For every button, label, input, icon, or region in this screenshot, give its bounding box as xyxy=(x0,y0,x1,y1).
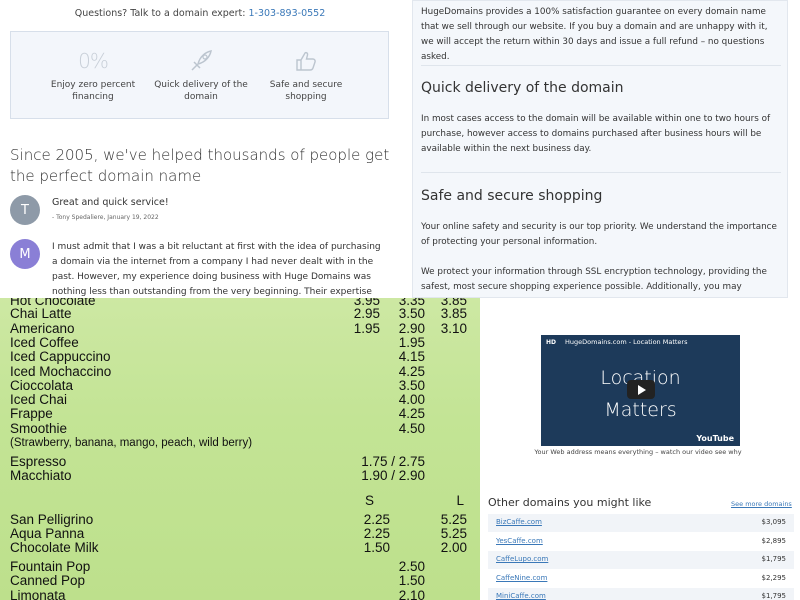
menu-item-name: Cioccolata xyxy=(10,378,74,393)
menu-item-name: Iced Cappuccino xyxy=(10,349,111,364)
avatar: T xyxy=(10,195,40,225)
video-title: HugeDomains.com - Location Matters xyxy=(565,338,688,346)
menu-price: 3.50 xyxy=(398,378,425,393)
menu-item-name: Smoothie xyxy=(10,421,68,436)
menu-item-name: Iced Mochaccino xyxy=(10,364,112,379)
menu-price: 1.90 / 2.90 xyxy=(361,468,425,483)
menu-item-name: Aqua Panna xyxy=(10,526,85,541)
menu-photo: Hot Chocolate 3.95 3.35 3.85 Chai Latte 2.95 3… xyxy=(0,298,480,600)
menu-price: 2.90 xyxy=(398,321,425,336)
menu-price: 2.00 xyxy=(440,540,467,555)
review-title: Great and quick service! xyxy=(52,197,169,208)
menu-price: 1.95 xyxy=(398,335,425,350)
video-caption: Your Web address means everything – watc… xyxy=(534,448,742,456)
domain-row[interactable]: CaffeNine.com $2,295 xyxy=(488,569,794,588)
menu-price: 4.50 xyxy=(398,421,425,436)
menu-item-name: Americano xyxy=(10,321,75,336)
rocket-icon xyxy=(151,46,251,76)
divider xyxy=(421,172,781,173)
menu-item-name: Espresso xyxy=(10,454,67,469)
feature-secure: Safe and secure shopping xyxy=(256,46,356,103)
feature-label: Safe and secure shopping xyxy=(269,80,343,102)
menu-price: 2.25 xyxy=(363,526,390,541)
menu-price: 4.25 xyxy=(398,406,425,421)
menu-price: 1.95 xyxy=(353,321,380,336)
menu-item-name: (Strawberry, banana, mango, peach, wild … xyxy=(10,437,253,449)
menu-item-name: Iced Chai xyxy=(10,392,68,407)
domain-row[interactable]: YesCaffe.com $2,895 xyxy=(488,532,794,551)
menu-price: 2.95 xyxy=(353,306,380,321)
features-box: 0% Enjoy zero percent financing Quick de… xyxy=(10,31,389,119)
safe-heading: Safe and secure shopping xyxy=(421,188,603,204)
domain-row[interactable]: MiniCaffe.com $1,795 xyxy=(488,588,794,600)
video-player[interactable]: HD HugeDomains.com - Location Matters Lo… xyxy=(541,335,740,446)
feature-financing: 0% Enjoy zero percent financing xyxy=(43,46,143,103)
quick-heading: Quick delivery of the domain xyxy=(421,80,624,96)
domain-price: $1,795 xyxy=(761,592,787,600)
left-column: Questions? Talk to a domain expert: 1-30… xyxy=(0,0,400,312)
menu-size-header: L xyxy=(456,493,464,508)
domain-name-link[interactable]: MiniCaffe.com xyxy=(496,592,546,600)
domain-name-link[interactable]: BizCaffe.com xyxy=(496,518,542,526)
domain-price: $3,095 xyxy=(761,518,787,526)
domain-row[interactable]: BizCaffe.com $3,095 xyxy=(488,514,794,532)
safe-text: Your online safety and security is our t… xyxy=(421,222,777,247)
hd-badge: HD xyxy=(546,339,557,346)
menu-item-name: Macchiato xyxy=(10,468,72,483)
feature-delivery: Quick delivery of the domain xyxy=(151,46,251,103)
menu-price: 4.00 xyxy=(398,392,425,407)
domain-row[interactable]: CaffeLupo.com $1,795 xyxy=(488,551,794,569)
percent-icon: 0% xyxy=(78,49,109,73)
menu-price: 3.85 xyxy=(440,306,467,321)
menu-price: 5.25 xyxy=(440,512,467,527)
quick-text: In most cases access to the domain will … xyxy=(421,114,771,154)
menu-price: 2.50 xyxy=(398,559,425,574)
play-button[interactable] xyxy=(627,380,655,399)
questions-line: Questions? Talk to a domain expert: 1-30… xyxy=(0,8,400,19)
menu-price: 1.50 xyxy=(398,573,425,588)
domain-name-link[interactable]: CaffeNine.com xyxy=(496,574,547,582)
guarantee-text: HugeDomains provides a 100% satisfaction… xyxy=(421,7,768,62)
menu-item-name: Canned Pop xyxy=(10,573,86,588)
thumbs-up-icon xyxy=(256,46,356,76)
domain-price: $1,795 xyxy=(761,555,787,563)
menu-price: 2.25 xyxy=(363,512,390,527)
menu-price: 4.25 xyxy=(398,364,425,379)
menu-item-name: Chocolate Milk xyxy=(10,540,99,555)
menu-price: 3.10 xyxy=(440,321,467,336)
menu-price: 5.25 xyxy=(440,526,467,541)
menu-price: 2.10 xyxy=(398,588,425,600)
review-meta: - Tony Spedaliere, January 19, 2022 xyxy=(52,214,159,221)
menu-price: 4.15 xyxy=(398,349,425,364)
feature-label: Enjoy zero percent financing xyxy=(50,80,136,102)
menu-price: 3.50 xyxy=(398,306,425,321)
domain-price: $2,295 xyxy=(761,573,787,582)
protect-text: We protect your information through SSL … xyxy=(421,267,767,292)
questions-text: Questions? Talk to a domain expert: xyxy=(74,8,246,19)
since-heading: Since 2005, we've helped thousands of pe… xyxy=(10,146,390,185)
menu-size-header: S xyxy=(364,493,374,508)
menu-item-name: Iced Coffee xyxy=(10,335,79,350)
youtube-logo: YouTube xyxy=(696,434,734,443)
info-panel: HugeDomains provides a 100% satisfaction… xyxy=(412,0,788,298)
menu-item-name: Limonata xyxy=(10,588,66,600)
avatar: M xyxy=(10,239,40,269)
menu-price: 1.50 xyxy=(363,540,390,555)
divider xyxy=(421,65,781,66)
menu-price: 1.75 / 2.75 xyxy=(361,454,425,469)
menu-item-name: Fountain Pop xyxy=(10,559,91,574)
menu-item-name: Chai Latte xyxy=(10,306,72,321)
menu-item-name: San Pelligrino xyxy=(10,512,94,527)
domain-name-link[interactable]: CaffeLupo.com xyxy=(496,555,548,563)
feature-label: Quick delivery of the domain xyxy=(154,80,248,102)
domain-name-link[interactable]: YesCaffe.com xyxy=(496,537,543,545)
see-more-domains-link[interactable]: See more domains xyxy=(731,500,792,508)
phone-link[interactable]: 1-303-893-0552 xyxy=(248,8,325,19)
menu-item-name: Frappe xyxy=(10,406,53,421)
other-domains-title: Other domains you might like xyxy=(488,496,652,509)
domain-price: $2,895 xyxy=(761,536,787,545)
